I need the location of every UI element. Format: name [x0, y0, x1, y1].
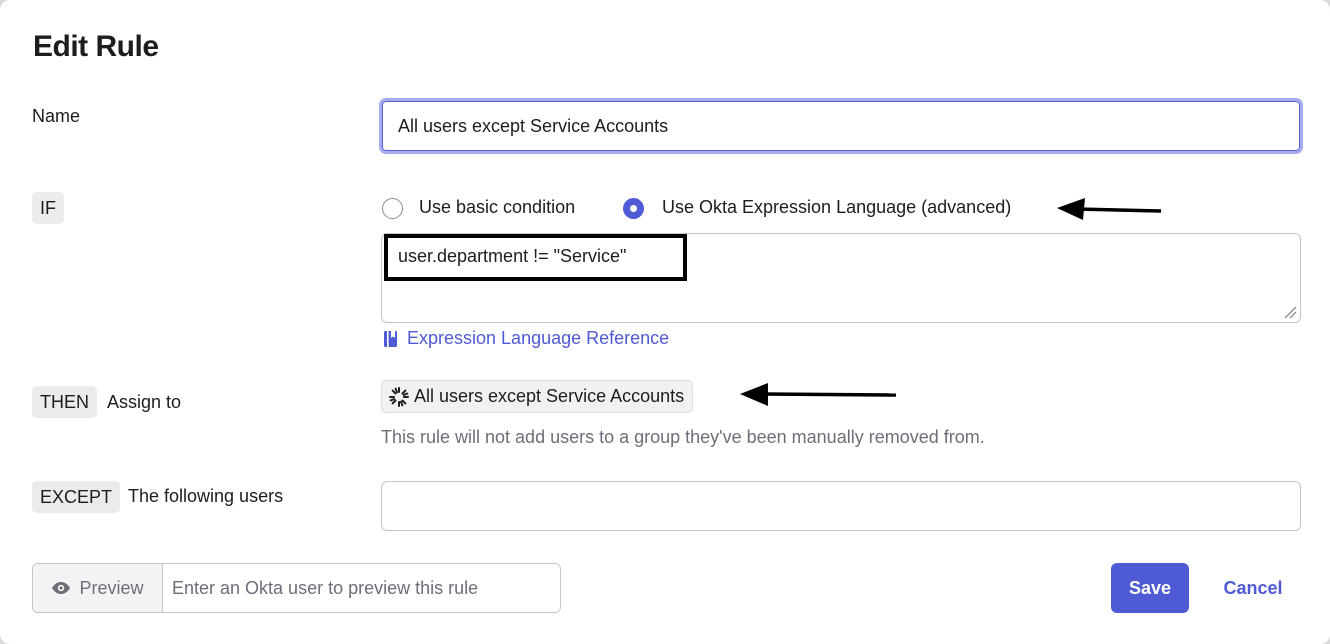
preview-group: Preview — [32, 563, 561, 613]
name-field-wrapper — [379, 98, 1303, 154]
basic-condition-radio[interactable] — [382, 198, 403, 219]
assign-to-label: Assign to — [107, 392, 182, 412]
group-starburst-icon — [389, 386, 409, 407]
preview-button[interactable]: Preview — [33, 564, 163, 612]
cancel-button[interactable]: Cancel — [1210, 563, 1296, 613]
dialog-title: Edit Rule — [33, 30, 159, 63]
save-button[interactable]: Save — [1111, 563, 1189, 613]
except-chip: EXCEPT — [32, 481, 121, 513]
assigned-group-label: All users except Service Accounts — [414, 386, 685, 406]
eye-icon — [52, 582, 71, 594]
following-users-label: The following users — [128, 486, 284, 506]
name-label: Name — [32, 106, 81, 126]
assigned-group-chip[interactable]: All users except Service Accounts — [381, 380, 694, 413]
edit-rule-dialog: Edit Rule Name IF Use basic condition Us… — [0, 0, 1330, 644]
arrow-left-icon — [1057, 198, 1162, 220]
expression-reference-label[interactable]: Expression Language Reference — [407, 328, 669, 349]
expression-language-radio[interactable] — [623, 198, 644, 219]
if-chip: IF — [32, 192, 64, 224]
except-users-field[interactable] — [381, 481, 1301, 531]
then-hint-text: This rule will not add users to a group … — [381, 427, 985, 447]
preview-user-input[interactable] — [163, 564, 560, 612]
preview-button-label: Preview — [79, 577, 144, 598]
book-icon — [384, 330, 397, 347]
resize-grip-icon[interactable] — [1283, 305, 1297, 319]
then-chip: THEN — [32, 386, 97, 418]
expression-text: user.department != "Service" — [398, 246, 627, 266]
name-field[interactable] — [382, 101, 1300, 151]
expression-reference-link[interactable]: Expression Language Reference — [383, 328, 669, 349]
expression-language-label[interactable]: Use Okta Expression Language (advanced) — [662, 197, 1011, 218]
basic-condition-label[interactable]: Use basic condition — [419, 197, 575, 218]
arrow-left-icon — [740, 383, 897, 406]
